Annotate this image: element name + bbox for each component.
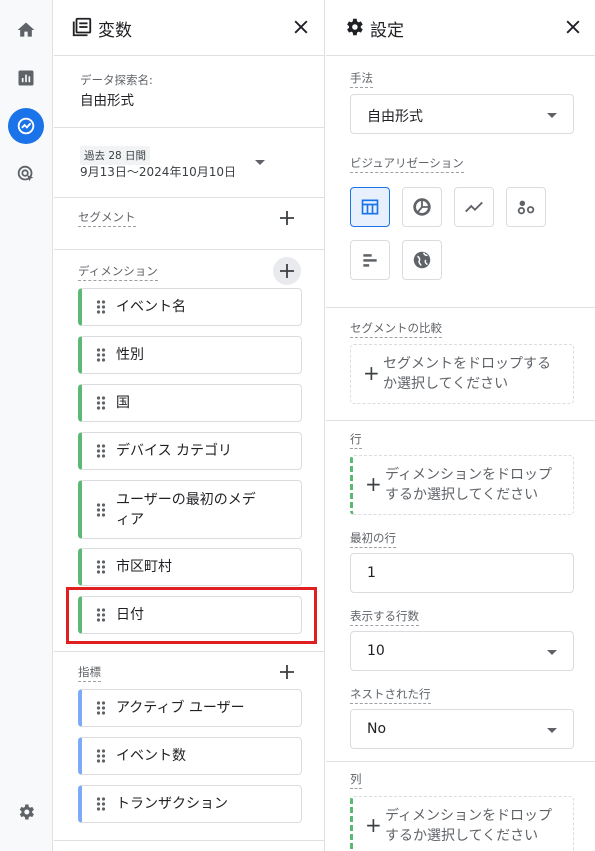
columns-label: 列	[350, 771, 362, 789]
dimension-item-gender[interactable]: 性別	[78, 336, 302, 374]
dimension-item-label: デバイス カテゴリ	[116, 443, 233, 459]
drag-handle-icon[interactable]	[96, 444, 106, 458]
add-metric-button[interactable]	[273, 658, 301, 686]
variables-list-icon	[72, 17, 92, 37]
scatter-plot-icon	[517, 200, 535, 215]
settings-gear-title-icon	[347, 18, 363, 36]
drag-handle-icon[interactable]	[96, 560, 106, 574]
bar-chart-icon	[363, 254, 377, 267]
exploration-name-input[interactable]: 自由形式	[80, 89, 134, 109]
chevron-down-icon	[547, 113, 557, 118]
metric-item-transactions[interactable]: トランザクション	[78, 785, 302, 823]
nested-rows-select[interactable]: No	[350, 709, 574, 749]
plus-icon: +	[363, 361, 380, 385]
dimension-item-label: 国	[116, 395, 130, 411]
close-settings-icon[interactable]	[563, 17, 583, 37]
highlight-box	[66, 587, 317, 644]
reports-icon[interactable]	[8, 60, 44, 96]
metric-item-label: アクティブ ユーザー	[116, 700, 245, 716]
first-row-value: 1	[367, 565, 376, 581]
segment-compare-label: セグメントの比較	[350, 320, 442, 338]
dimension-item-event-name[interactable]: イベント名	[78, 288, 302, 326]
date-range-dropdown-icon[interactable]	[255, 160, 265, 165]
first-row-input[interactable]: 1	[350, 553, 574, 593]
plus-icon: +	[365, 813, 382, 837]
drag-handle-icon[interactable]	[96, 396, 106, 410]
add-dimension-button[interactable]	[273, 257, 301, 285]
drag-handle-icon[interactable]	[96, 797, 106, 811]
segment-label: セグメント	[78, 209, 136, 227]
advertising-icon[interactable]	[8, 156, 44, 192]
nested-rows-label: ネストされた行	[350, 686, 431, 704]
drag-handle-icon[interactable]	[96, 348, 106, 362]
metric-item-active-users[interactable]: アクティブ ユーザー	[78, 689, 302, 727]
settings-title: 設定	[370, 21, 404, 41]
dimension-item-first-user-medium[interactable]: ユーザーの最初のメデ ィア	[78, 480, 302, 539]
dimension-item-device-category[interactable]: デバイス カテゴリ	[78, 432, 302, 470]
chevron-down-icon	[547, 650, 557, 655]
plus-icon	[280, 665, 294, 679]
dimension-label: ディメンション	[78, 263, 158, 281]
segment-drop-text: セグメントをドロップするか選択してください	[383, 356, 551, 392]
viz-donut-button[interactable]	[402, 187, 442, 227]
nested-rows-value: No	[367, 721, 387, 737]
visualization-label: ビジュアリゼーション	[350, 155, 464, 173]
add-segment-button[interactable]	[273, 204, 301, 232]
plus-icon	[280, 211, 294, 225]
viz-bar-button[interactable]	[350, 240, 390, 280]
columns-drop-text: ディメンションをドロップするか選択してください	[385, 808, 553, 844]
table-icon	[361, 199, 379, 215]
left-nav-rail	[0, 0, 53, 851]
exploration-name-label: データ探索名:	[80, 73, 153, 87]
metric-item-label: イベント数	[116, 748, 186, 764]
drag-handle-icon[interactable]	[96, 749, 106, 763]
show-rows-label: 表示する行数	[350, 608, 419, 626]
metric-label: 指標	[78, 664, 101, 682]
plus-icon: +	[365, 472, 382, 496]
dimension-item-label: 市区町村	[116, 559, 172, 575]
drag-handle-icon[interactable]	[96, 701, 106, 715]
explore-icon[interactable]	[8, 108, 44, 144]
drag-handle-icon[interactable]	[96, 300, 106, 314]
show-rows-value: 10	[367, 643, 385, 659]
segment-compare-dropzone[interactable]: + セグメントをドロップするか選択してください	[350, 344, 574, 404]
technique-select[interactable]: 自由形式	[350, 94, 574, 134]
donut-chart-icon	[413, 198, 431, 216]
viz-scatter-button[interactable]	[506, 187, 546, 227]
close-variables-icon[interactable]	[291, 17, 311, 37]
first-row-label: 最初の行	[350, 530, 396, 548]
metric-item-label: トランザクション	[116, 796, 228, 812]
drag-handle-icon[interactable]	[96, 502, 106, 517]
dimension-item-city[interactable]: 市区町村	[78, 548, 302, 586]
show-rows-select[interactable]: 10	[350, 631, 574, 671]
rows-label: 行	[350, 431, 362, 449]
home-icon[interactable]	[8, 12, 44, 48]
geo-map-icon	[413, 251, 431, 269]
variables-title: 変数	[98, 21, 132, 41]
technique-value: 自由形式	[367, 109, 423, 125]
dimension-item-label: イベント名	[116, 299, 186, 315]
rows-drop-text: ディメンションをドロップするか選択してください	[385, 467, 553, 503]
dimension-item-label: 性別	[116, 347, 144, 363]
viz-line-button[interactable]	[454, 187, 494, 227]
dimension-item-country[interactable]: 国	[78, 384, 302, 422]
line-chart-icon	[465, 201, 483, 213]
viz-table-button[interactable]	[350, 187, 390, 227]
viz-geo-button[interactable]	[402, 240, 442, 280]
chevron-down-icon	[547, 728, 557, 733]
rows-dropzone[interactable]: + ディメンションをドロップするか選択してください	[350, 455, 574, 515]
dimension-item-label: ユーザーの最初のメデ ィア	[116, 491, 256, 528]
metric-item-event-count[interactable]: イベント数	[78, 737, 302, 775]
date-range-text[interactable]: 9月13日～2024年10月10日	[80, 163, 236, 180]
exploration-editor: 変数 データ探索名: 自由形式 過去 28 日間 9月13日～2024年10月1…	[0, 0, 595, 851]
settings-gear-icon[interactable]	[8, 794, 44, 830]
columns-dropzone[interactable]: + ディメンションをドロップするか選択してください	[350, 796, 574, 851]
technique-label: 手法	[350, 70, 373, 88]
plus-icon	[280, 264, 294, 278]
